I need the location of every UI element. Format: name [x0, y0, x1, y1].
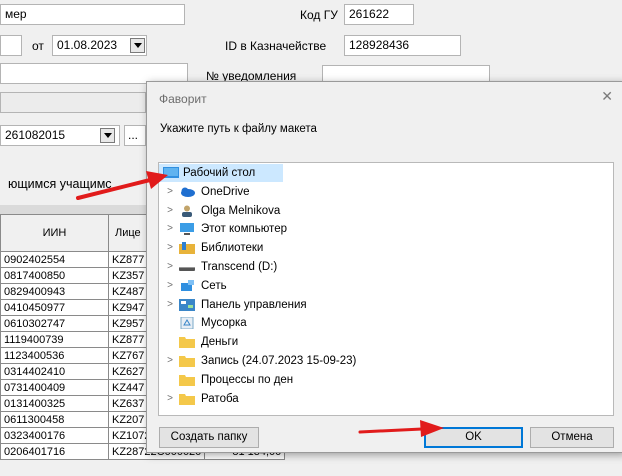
arrow-to-desktop: [76, 171, 168, 200]
annotation-arrows: [76, 171, 444, 437]
arrow-to-ok: [358, 420, 444, 437]
